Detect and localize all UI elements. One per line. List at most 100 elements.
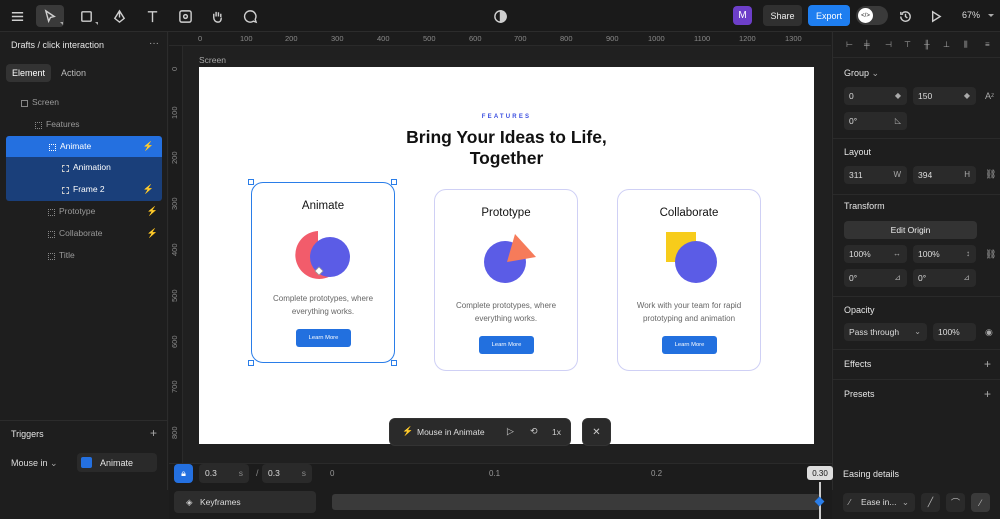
- more-options-icon[interactable]: ···: [149, 38, 159, 49]
- layer-title[interactable]: Title: [0, 245, 168, 267]
- ease-in-icon[interactable]: ⌒: [946, 493, 965, 512]
- frame-tool-icon[interactable]: [73, 5, 99, 27]
- layers-panel: Drafts / click interaction ··· Element A…: [0, 32, 168, 490]
- tab-action[interactable]: Action: [55, 64, 92, 82]
- rotation-field[interactable]: 0° ◺: [844, 112, 907, 130]
- resize-handle[interactable]: [248, 179, 254, 185]
- add-effect-icon[interactable]: +: [984, 357, 991, 371]
- select-tool-icon[interactable]: [36, 5, 64, 27]
- x-field[interactable]: 0 ◆: [844, 87, 907, 105]
- y-field[interactable]: 150 ◆: [913, 87, 976, 105]
- artboard-label[interactable]: Screen: [199, 55, 226, 65]
- easing-select[interactable]: ⁄ Ease in... ⌄: [843, 493, 915, 512]
- diamond-icon[interactable]: ◆: [895, 87, 901, 105]
- canvas[interactable]: 0 100 200 300 400 500 600 700 800 900 10…: [169, 32, 831, 463]
- layer-features[interactable]: Features: [0, 114, 168, 136]
- ease-out-icon[interactable]: ⁄: [971, 493, 990, 512]
- skew-x-field[interactable]: 0° ⊿: [844, 269, 907, 287]
- play-icon[interactable]: ▷: [507, 426, 514, 437]
- layer-animation[interactable]: Animation: [6, 157, 162, 180]
- component-tool-icon[interactable]: [174, 5, 196, 27]
- menu-icon[interactable]: [6, 5, 28, 27]
- share-button[interactable]: Share: [763, 5, 802, 26]
- opacity-field[interactable]: 100%: [933, 323, 976, 341]
- delay-field[interactable]: 0.3 s: [199, 464, 249, 483]
- align-right-icon[interactable]: ⊣: [885, 40, 895, 50]
- align-bottom-icon[interactable]: ⊥: [943, 40, 953, 50]
- add-trigger-icon[interactable]: +: [150, 426, 157, 440]
- height-field[interactable]: 394 H: [913, 166, 976, 184]
- speed-button[interactable]: 1x: [552, 427, 561, 437]
- trigger-target[interactable]: Animate: [77, 453, 157, 472]
- ruler-tick: 700: [170, 380, 179, 393]
- link-scale-icon[interactable]: ⛓: [985, 249, 996, 260]
- add-preset-icon[interactable]: +: [984, 387, 991, 401]
- close-icon[interactable]: ✕: [582, 418, 611, 446]
- lock-icon[interactable]: 🔒︎: [174, 464, 193, 483]
- diamond-icon[interactable]: ◆: [964, 87, 970, 105]
- keyframe-track[interactable]: [332, 494, 820, 510]
- width-field[interactable]: 311 W: [844, 166, 907, 184]
- x-value: 0: [849, 91, 854, 101]
- layer-prototype[interactable]: Prototype ⚡: [0, 201, 168, 223]
- interaction-label[interactable]: Mouse in Animate: [417, 427, 485, 437]
- chevron-down-icon: ⌄: [50, 458, 58, 468]
- scale-y-field[interactable]: 100% ↕: [913, 245, 976, 263]
- layer-frame-2[interactable]: Frame 2 ⚡: [6, 179, 162, 201]
- export-button[interactable]: Export: [808, 5, 850, 26]
- history-icon[interactable]: [894, 5, 916, 27]
- timeline-end-marker[interactable]: 0.30: [807, 466, 833, 480]
- zoom-level[interactable]: 67%: [962, 10, 980, 20]
- align-center-v-icon[interactable]: ╫: [924, 40, 934, 50]
- group-title-label: Group: [844, 68, 870, 78]
- ease-linear-icon[interactable]: ╱: [921, 493, 940, 512]
- artboard-screen[interactable]: FEATURES Bring Your Ideas to Life, Toget…: [199, 67, 814, 444]
- align-top-icon[interactable]: ⊤: [904, 40, 914, 50]
- theme-toggle-icon[interactable]: [489, 5, 511, 27]
- chevron-down-icon[interactable]: ⌄: [872, 68, 880, 78]
- duration-field[interactable]: 0.3 s: [262, 464, 312, 483]
- resize-handle[interactable]: [391, 179, 397, 185]
- layer-label: Features: [46, 118, 80, 129]
- pen-tool-icon[interactable]: [108, 5, 130, 27]
- visibility-eye-icon[interactable]: ◉: [985, 327, 993, 338]
- distribute-h-icon[interactable]: ⫼: [964, 40, 974, 50]
- blend-mode-select[interactable]: Pass through ⌄: [844, 323, 927, 341]
- ruler-tick: 100: [170, 106, 179, 119]
- hand-tool-icon[interactable]: [206, 5, 228, 27]
- interaction-bolt-icon: ⚡: [146, 205, 158, 216]
- play-icon[interactable]: [924, 5, 946, 27]
- layer-label: Collaborate: [59, 227, 103, 238]
- card-animate[interactable]: Animate Complete prototypes, where every…: [251, 182, 395, 363]
- edit-origin-button[interactable]: Edit Origin: [844, 221, 977, 239]
- learn-more-button[interactable]: Learn More: [479, 336, 534, 354]
- skew-y-field[interactable]: 0° ⊿: [913, 269, 976, 287]
- card-prototype[interactable]: Prototype Complete prototypes, where eve…: [434, 189, 578, 371]
- distribute-v-icon[interactable]: ≡: [985, 40, 995, 50]
- comment-tool-icon[interactable]: [239, 5, 261, 27]
- layer-animate[interactable]: Animate ⚡: [6, 135, 162, 158]
- scale-x-field[interactable]: 100% ↔: [844, 245, 907, 263]
- loop-icon[interactable]: ⟲: [530, 426, 538, 437]
- keyframes-row[interactable]: ◈ Keyframes: [174, 491, 316, 513]
- text-tool-icon[interactable]: [141, 5, 163, 27]
- tab-element[interactable]: Element: [6, 64, 52, 82]
- triggers-title: Triggers: [11, 429, 44, 439]
- user-avatar[interactable]: M: [733, 6, 752, 25]
- resize-handle[interactable]: [391, 360, 397, 366]
- vertical-ruler: 0 100 200 300 400 500 600 700 800: [169, 46, 183, 463]
- link-dimensions-icon[interactable]: ⛓: [985, 169, 996, 180]
- align-center-h-icon[interactable]: ╪: [864, 40, 874, 50]
- card-collaborate[interactable]: Collaborate Work with your team for rapi…: [617, 189, 761, 371]
- layer-screen[interactable]: Screen: [0, 92, 168, 114]
- text-resize-icon[interactable]: Aᶻ: [985, 91, 994, 101]
- learn-more-button[interactable]: Learn More: [662, 336, 717, 354]
- collaborate-illustration: [666, 232, 717, 283]
- code-view-toggle[interactable]: </>: [856, 6, 888, 25]
- resize-handle[interactable]: [248, 360, 254, 366]
- align-left-icon[interactable]: ⊢: [846, 40, 856, 50]
- trigger-event-select[interactable]: Mouse in ⌄: [11, 458, 58, 469]
- learn-more-button[interactable]: Learn More: [296, 329, 351, 347]
- card-description: Complete prototypes, where everything wo…: [258, 292, 388, 318]
- layer-collaborate[interactable]: Collaborate ⚡: [0, 223, 168, 245]
